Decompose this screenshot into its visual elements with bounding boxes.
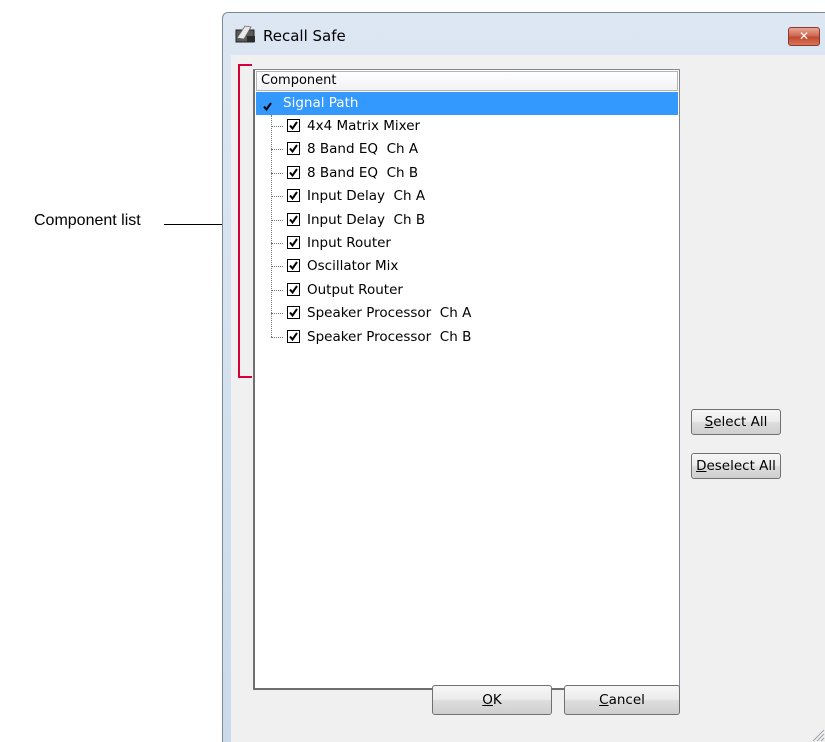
checkmark-icon	[289, 215, 298, 224]
tree-item-label: 8 Band EQ Ch B	[307, 164, 419, 181]
tree-item[interactable]: Oscillator Mix	[285, 255, 665, 277]
component-list-callout-label: Component list	[34, 212, 141, 229]
checkmark-icon	[289, 332, 298, 341]
checkmark-icon	[263, 102, 272, 112]
tree-connector-branch	[271, 266, 283, 268]
tree-item[interactable]: Speaker Processor Ch B	[285, 326, 665, 348]
title-bar[interactable]: Recall Safe ✕	[223, 13, 825, 55]
tree-item-checkbox[interactable]	[287, 165, 300, 179]
checkmark-icon	[289, 308, 298, 318]
annotation-bracket	[238, 64, 252, 378]
tree-item-label: Speaker Processor Ch B	[307, 328, 472, 345]
dialog-client-area: Component Signal Path 4x4 Matrix Mixer 8 …	[231, 55, 825, 742]
tree-connector-branch	[271, 149, 283, 151]
tree-item[interactable]: Input Router	[285, 232, 665, 254]
tree-item[interactable]: 8 Band EQ Ch A	[285, 138, 665, 160]
checkmark-icon	[289, 238, 298, 248]
tree-connector-branch	[271, 126, 283, 127]
tree-connector-branch	[271, 313, 283, 315]
tree-item-label: Oscillator Mix	[307, 258, 399, 275]
cancel-button[interactable]: Cancel	[564, 685, 680, 715]
tree-connector-branch	[271, 172, 283, 174]
tree-item-label: Input Router	[307, 235, 391, 251]
tree-item[interactable]: Input Delay Ch A	[285, 185, 665, 207]
tree-connector-branch	[271, 336, 283, 338]
tree-item[interactable]: Input Delay Ch B	[285, 209, 665, 231]
tree-item[interactable]: 4x4 Matrix Mixer	[285, 115, 665, 137]
app-icon	[235, 24, 257, 44]
tree-item-label: 4x4 Matrix Mixer	[307, 118, 421, 134]
tree-item-checkbox[interactable]	[287, 236, 300, 249]
checkmark-icon	[289, 285, 298, 294]
tree-item-label: Input Delay Ch B	[307, 211, 426, 228]
root-checkbox[interactable]	[262, 97, 273, 116]
tree-item-checkbox[interactable]	[287, 306, 300, 320]
checkmark-icon	[289, 144, 298, 154]
checkmark-icon	[289, 191, 298, 201]
tree-item[interactable]: 8 Band EQ Ch B	[285, 162, 665, 184]
tree-connector-branch	[271, 219, 283, 221]
tree-item-label: Speaker Processor Ch A	[307, 305, 472, 322]
tree-root-label: Signal Path	[283, 95, 359, 111]
tree-item[interactable]: Output Router	[285, 279, 665, 301]
window-title: Recall Safe	[263, 27, 346, 45]
tree-connector-branch	[271, 289, 283, 291]
deselect-all-button[interactable]: Deselect All	[691, 453, 781, 479]
tree-item-checkbox[interactable]	[287, 142, 300, 156]
tree-connector-branch	[271, 196, 283, 198]
recall-safe-dialog: Recall Safe ✕ Component Signal Path 4x4 …	[222, 12, 825, 742]
ok-button[interactable]: OK	[432, 685, 552, 715]
component-tree[interactable]: Component Signal Path 4x4 Matrix Mixer 8 …	[253, 69, 680, 690]
close-icon: ✕	[798, 29, 810, 43]
close-button[interactable]: ✕	[788, 27, 820, 46]
tree-connector-branch	[271, 243, 283, 244]
tree-item-checkbox[interactable]	[287, 119, 300, 132]
tree-root-signal-path[interactable]: Signal Path	[256, 92, 678, 115]
tree-item-checkbox[interactable]	[287, 212, 300, 226]
checkmark-icon	[289, 168, 298, 177]
tree-item-checkbox[interactable]	[287, 282, 300, 296]
resize-grip-icon[interactable]	[809, 726, 825, 742]
tree-item-checkbox[interactable]	[287, 329, 300, 343]
checkmark-icon	[289, 261, 298, 271]
tree-item-checkbox[interactable]	[287, 189, 300, 203]
tree-item-label: 8 Band EQ Ch A	[307, 141, 419, 158]
tree-item-label: Input Delay Ch A	[307, 188, 426, 205]
tree-item[interactable]: Speaker Processor Ch A	[285, 302, 665, 324]
select-all-button[interactable]: Select All	[691, 409, 781, 435]
column-header-component[interactable]: Component	[256, 71, 678, 91]
tree-connector-line	[271, 115, 272, 337]
checkmark-icon	[289, 121, 298, 131]
tree-item-checkbox[interactable]	[287, 259, 300, 273]
tree-item-label: Output Router	[307, 281, 403, 298]
